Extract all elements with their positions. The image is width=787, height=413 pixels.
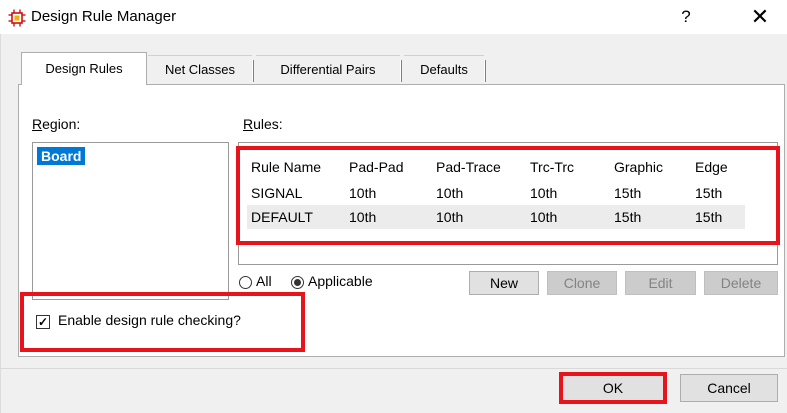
column-header-pad-pad[interactable]: Pad-Pad [349,153,436,181]
tab-defaults[interactable]: Defaults [404,55,484,83]
cell-trc-trc: 10th [530,185,558,201]
enable-drc-checkbox[interactable]: ✓ [36,315,50,329]
new-rule-button[interactable]: New [469,271,539,295]
cell-graphic: 15th [614,205,695,229]
cell-pad-pad: 10th [349,185,377,201]
cell-rule-name: DEFAULT [247,205,349,229]
cell-pad-pad: 10th [349,205,436,229]
ok-button[interactable]: OK [559,372,667,404]
window-title: Design Rule Manager [31,8,177,25]
enable-drc-label[interactable]: Enable design rule checking? [58,312,241,328]
cell-edge: 15th [695,205,745,229]
cell-trc-trc: 10th [530,205,614,229]
rules-label: Rules: [243,116,283,132]
tab-separator [252,60,254,82]
cell-edge: 15th [695,185,723,201]
tab-net-classes[interactable]: Net Classes [148,55,252,83]
column-header-graphic[interactable]: Graphic [614,153,695,181]
radio-applicable[interactable] [291,276,304,289]
radio-applicable-label[interactable]: Applicable [308,273,373,289]
cell-graphic: 15th [614,185,642,201]
close-button[interactable]: ✕ [740,3,780,31]
radio-all[interactable] [239,276,252,289]
rules-table: Rule Name Pad-Pad Pad-Trace Trc-Trc Grap… [247,153,745,229]
delete-rule-button[interactable]: Delete [704,271,778,295]
help-button[interactable]: ? [667,3,705,31]
table-row[interactable]: SIGNAL 10th 10th 10th 15th 15th [247,181,745,205]
tab-separator [484,60,486,82]
region-list[interactable]: Board [32,142,229,300]
tab-differential-pairs[interactable]: Differential Pairs [256,55,400,83]
table-row[interactable]: DEFAULT 10th 10th 10th 15th 15th [247,205,745,229]
cell-pad-trace: 10th [436,205,530,229]
column-header-edge[interactable]: Edge [695,153,745,181]
design-rule-manager-icon [8,9,26,27]
radio-all-label[interactable]: All [256,273,272,289]
footer-separator [0,368,787,369]
title-bar: Design Rule Manager ? ✕ [0,0,787,34]
tab-design-rules[interactable]: Design Rules [21,52,147,85]
region-item-board[interactable]: Board [37,147,86,165]
column-header-pad-trace[interactable]: Pad-Trace [436,153,530,181]
column-header-rule-name[interactable]: Rule Name [247,153,349,181]
edit-rule-button[interactable]: Edit [625,271,696,295]
column-header-trc-trc[interactable]: Trc-Trc [530,153,614,181]
rules-header-row: Rule Name Pad-Pad Pad-Trace Trc-Trc Grap… [247,153,745,181]
cell-rule-name: SIGNAL [251,185,303,201]
clone-rule-button[interactable]: Clone [547,271,617,295]
region-label: Region: [32,116,81,132]
rules-list[interactable]: Rule Name Pad-Pad Pad-Trace Trc-Trc Grap… [238,142,778,265]
cell-pad-trace: 10th [436,185,464,201]
cancel-button[interactable]: Cancel [680,374,778,402]
tab-separator [400,60,402,82]
